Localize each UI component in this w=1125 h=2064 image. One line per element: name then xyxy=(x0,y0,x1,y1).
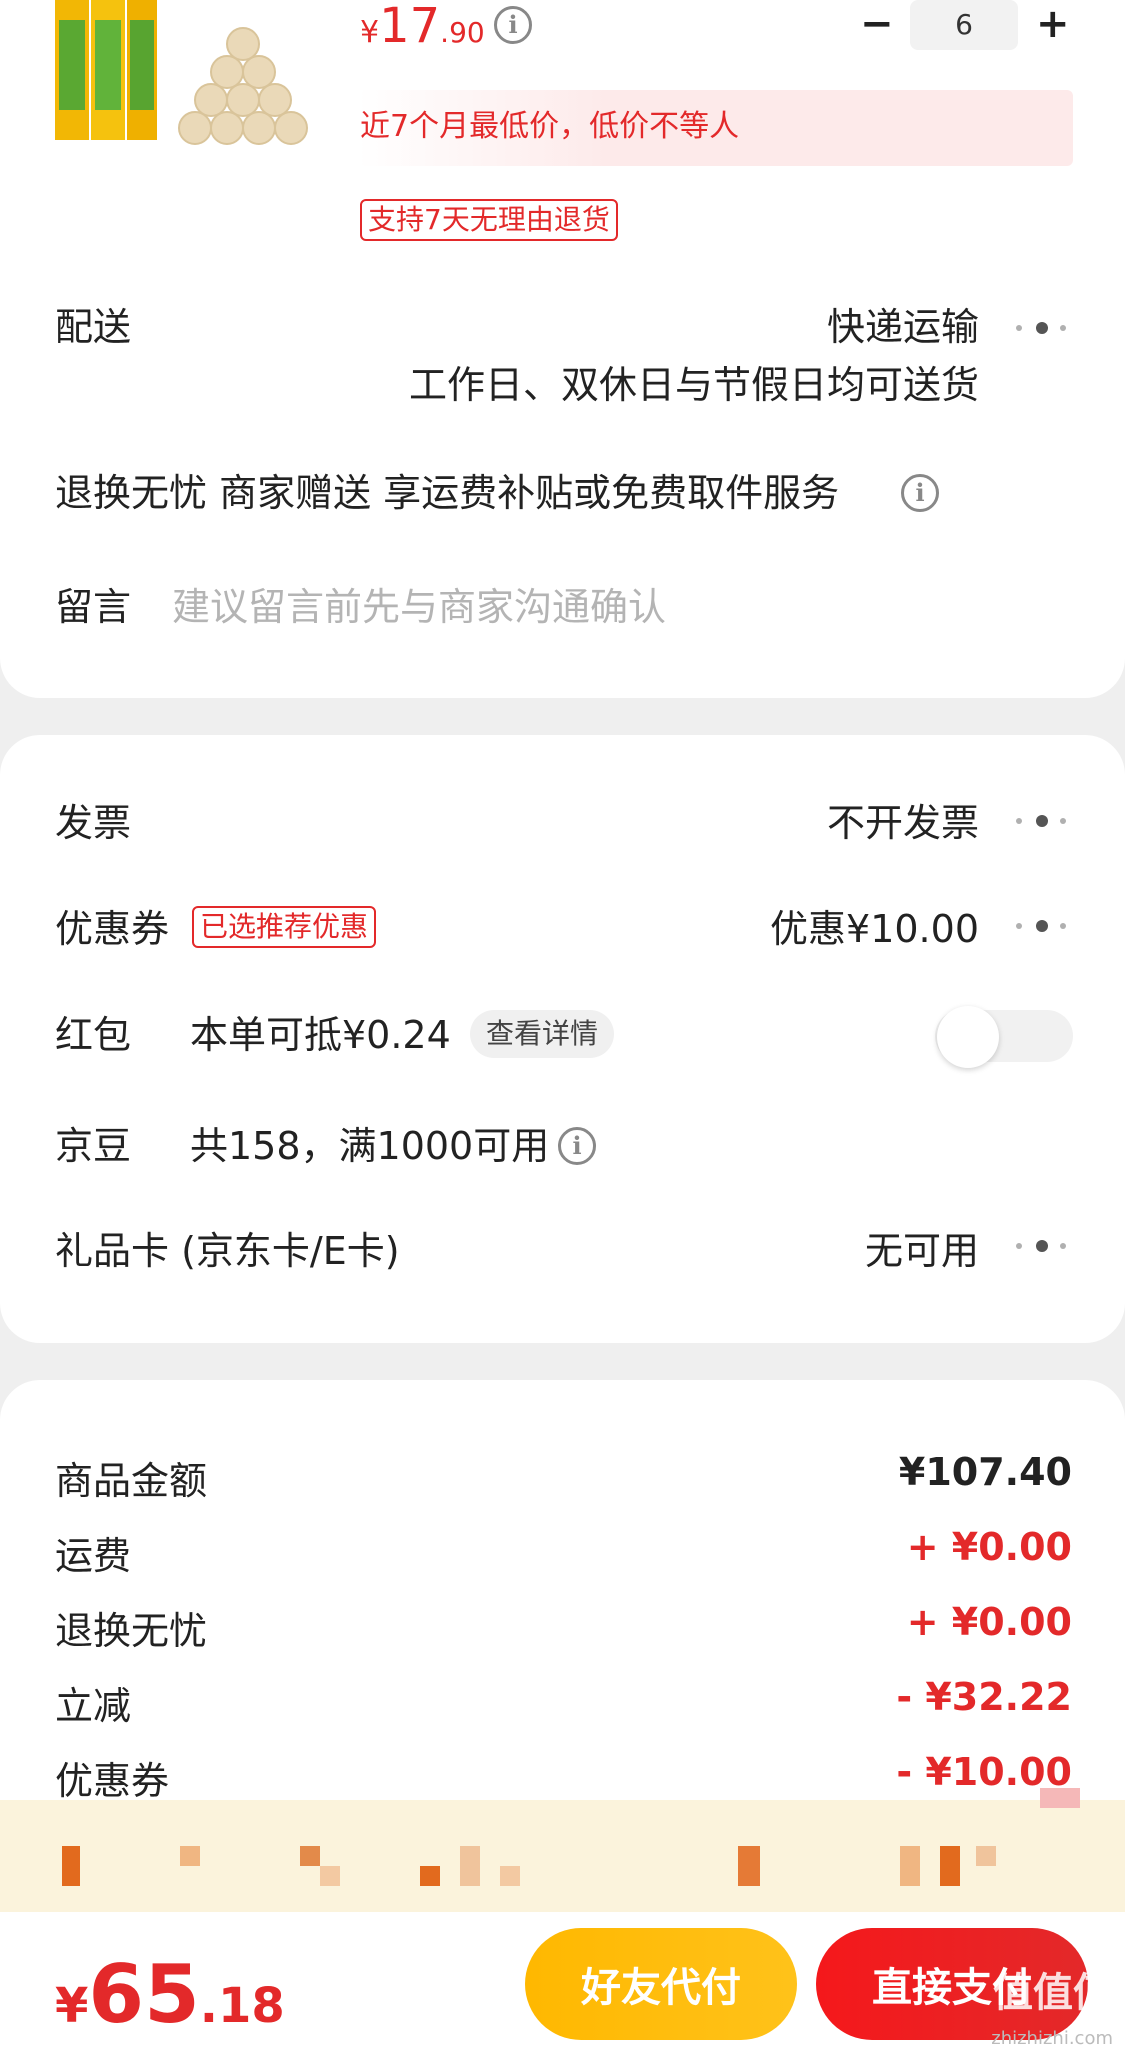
summary-value: - ¥32.22 xyxy=(896,1675,1072,1719)
price-info-icon[interactable]: i xyxy=(494,6,532,44)
summary-label: 退换无忧 xyxy=(55,1609,208,1653)
invoice-label: 发票 xyxy=(55,801,132,845)
invoice-more-icon[interactable] xyxy=(1016,815,1072,829)
summary-value: ¥107.40 xyxy=(898,1450,1072,1494)
watermark-url: zhizhizhi.com xyxy=(991,2028,1113,2049)
total-integer: 65 xyxy=(88,1948,200,2041)
summary-value: + ¥0.00 xyxy=(906,1525,1072,1569)
promo-strip xyxy=(0,1788,1125,1912)
message-input[interactable]: 建议留言前先与商家沟通确认 xyxy=(172,588,666,626)
jd-beans-label: 京豆 xyxy=(55,1124,132,1168)
friend-pay-button[interactable]: 好友代付 xyxy=(525,1928,797,2040)
summary-label: 运费 xyxy=(55,1534,132,1578)
coupon-tag: 已选推荐优惠 xyxy=(192,906,377,948)
gift-card-value[interactable]: 无可用 xyxy=(865,1232,979,1270)
delivery-label: 配送 xyxy=(55,305,132,349)
price-summary-card: 商品金额 ¥107.40 运费 + ¥0.00 退换无忧 + ¥0.00 立减 … xyxy=(0,1380,1125,1820)
product-image[interactable] xyxy=(55,0,320,145)
total-decimal: .18 xyxy=(199,1978,285,2034)
total-price: ¥65.18 xyxy=(55,1950,285,2062)
quantity-minus-button[interactable]: − xyxy=(860,4,894,44)
summary-label: 立减 xyxy=(55,1684,132,1728)
watermark-text: 值值值 xyxy=(993,1970,1113,2016)
message-label: 留言 xyxy=(55,585,132,629)
delivery-schedule: 工作日、双休日与节假日均可送货 xyxy=(408,363,979,407)
service-text: 退换无忧 商家赠送 享运费补贴或免费取件服务 xyxy=(55,471,840,515)
red-packet-label: 红包 xyxy=(55,1013,132,1057)
unit-price: ¥17.90 xyxy=(360,0,485,63)
delivery-method[interactable]: 快递运输 xyxy=(827,308,979,346)
coupon-more-icon[interactable] xyxy=(1016,920,1072,934)
jd-beans-desc: 共158，满1000可用 xyxy=(190,1124,550,1168)
price-integer: 17 xyxy=(379,0,441,54)
toggle-knob xyxy=(937,1006,999,1068)
return-policy-tag: 支持7天无理由退货 xyxy=(360,199,618,241)
red-packet-detail-button[interactable]: 查看详情 xyxy=(470,1010,615,1058)
red-packet-toggle[interactable] xyxy=(935,1006,1073,1068)
summary-label: 商品金额 xyxy=(55,1459,208,1503)
low-price-note: 近7个月最低价，低价不等人 xyxy=(360,109,740,144)
summary-label: 优惠券 xyxy=(55,1759,170,1803)
coupon-value[interactable]: 优惠¥10.00 xyxy=(770,910,979,948)
gift-card-more-icon[interactable] xyxy=(1016,1240,1072,1254)
coupon-label: 优惠券 xyxy=(55,907,170,951)
total-symbol: ¥ xyxy=(55,1978,89,2034)
quantity-plus-button[interactable]: + xyxy=(1036,4,1070,44)
delivery-more-icon[interactable] xyxy=(1016,322,1072,336)
quantity-input[interactable]: 6 xyxy=(910,0,1018,50)
price-decimal: .90 xyxy=(440,16,485,49)
summary-value: + ¥0.00 xyxy=(906,1600,1072,1644)
jd-beans-info-icon[interactable]: i xyxy=(558,1127,596,1165)
red-packet-desc: 本单可抵¥0.24 xyxy=(190,1013,451,1057)
price-symbol: ¥ xyxy=(360,15,380,50)
gift-card-label: 礼品卡 (京东卡/E卡) xyxy=(55,1229,400,1273)
invoice-value[interactable]: 不开发票 xyxy=(827,804,979,842)
order-item-card: ¥17.90 i − 6 + 近7个月最低价，低价不等人 支持7天无理由退货 配… xyxy=(0,0,1125,698)
service-info-icon[interactable]: i xyxy=(901,474,939,512)
